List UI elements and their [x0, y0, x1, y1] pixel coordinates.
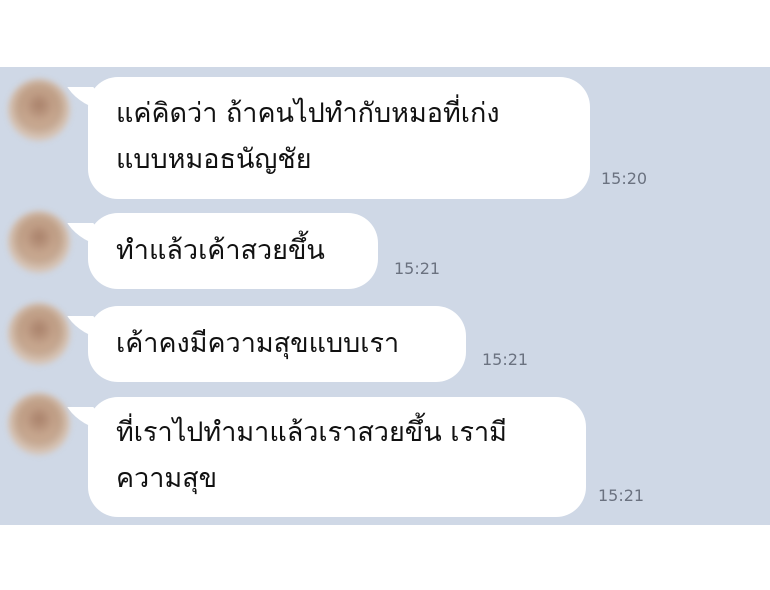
- message-text-line: ทำแล้วเค้าสวยขึ้น: [116, 235, 325, 266]
- message-text-line: ความสุข: [116, 463, 218, 494]
- message-text-line: เค้าคงมีความสุขแบบเรา: [116, 328, 400, 359]
- message-text-line: ที่เราไปทำมาแล้วเราสวยขึ้น เรามี: [116, 417, 507, 448]
- sender-avatar[interactable]: [8, 303, 70, 365]
- message-timestamp: 15:21: [394, 259, 441, 278]
- message-bubble[interactable]: เค้าคงมีความสุขแบบเรา: [88, 306, 466, 382]
- sender-avatar[interactable]: [8, 79, 70, 141]
- message-bubble[interactable]: ทำแล้วเค้าสวยขึ้น: [88, 213, 378, 289]
- message-text-line: แค่คิดว่า ถ้าคนไปทำกับหมอที่เก่ง: [116, 98, 500, 129]
- chat-area[interactable]: แค่คิดว่า ถ้าคนไปทำกับหมอที่เก่ง แบบหมอธ…: [0, 67, 770, 525]
- message-bubble[interactable]: ที่เราไปทำมาแล้วเราสวยขึ้น เรามี ความสุข: [88, 397, 586, 517]
- message-timestamp: 15:21: [482, 350, 529, 369]
- message-timestamp: 15:20: [601, 169, 648, 188]
- sender-avatar[interactable]: [8, 211, 70, 273]
- message-bubble[interactable]: แค่คิดว่า ถ้าคนไปทำกับหมอที่เก่ง แบบหมอธ…: [88, 77, 590, 199]
- message-text-line: แบบหมอธนัญชัย: [116, 144, 312, 175]
- sender-avatar[interactable]: [8, 393, 70, 455]
- message-timestamp: 15:21: [598, 486, 645, 505]
